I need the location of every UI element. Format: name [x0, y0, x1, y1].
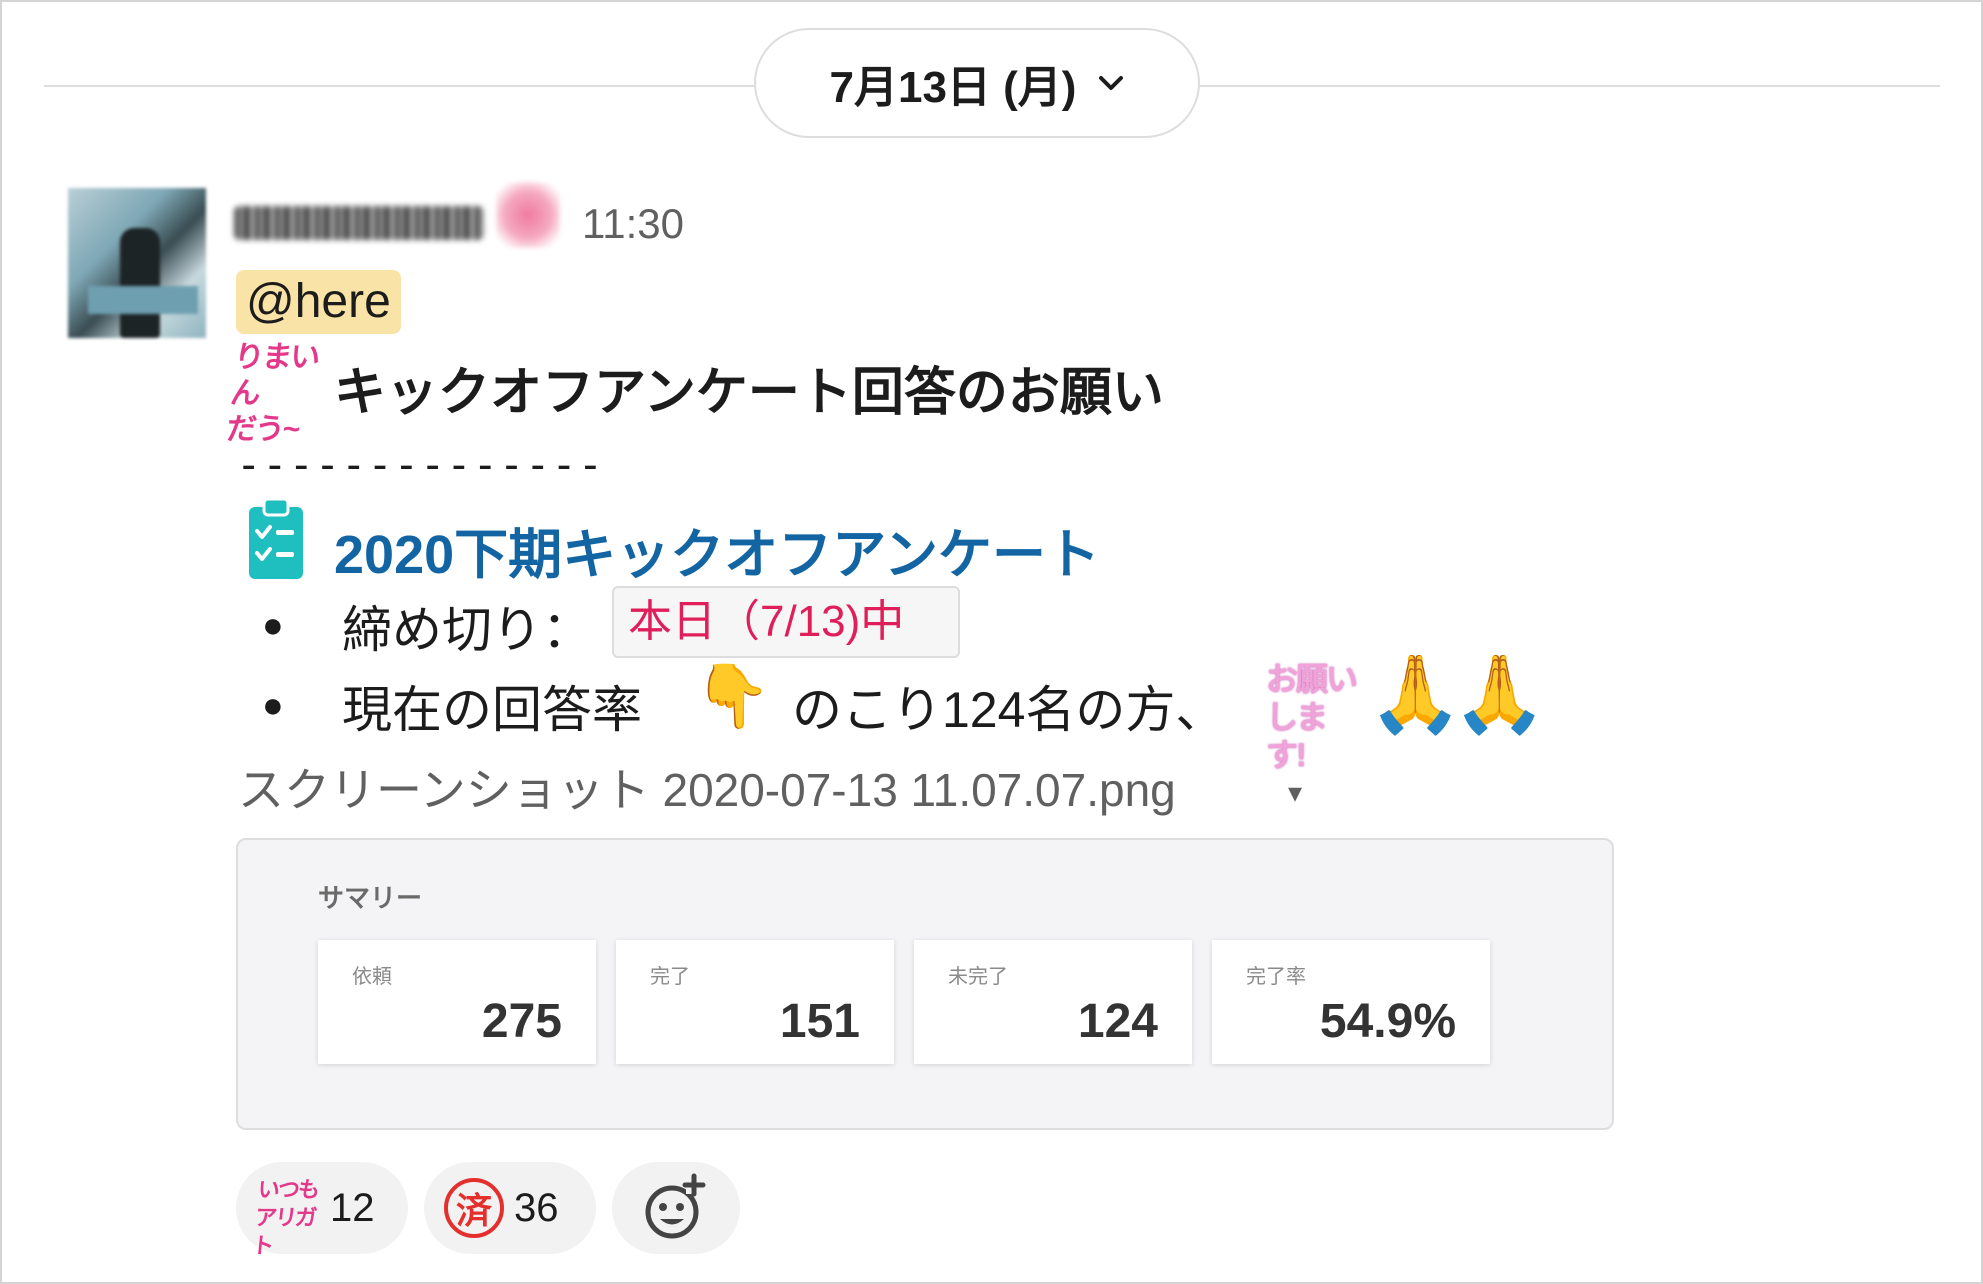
- response-rate-label: 現在の回答率: [342, 682, 642, 738]
- summary-card-requested: 依頼 275: [318, 940, 596, 1064]
- here-mention[interactable]: @here: [236, 270, 401, 334]
- bullet-dot: ●: [262, 604, 284, 645]
- attachment-caret-icon[interactable]: ▾: [1288, 776, 1302, 809]
- deadline-value-code: 本日（7/13)中: [612, 586, 960, 658]
- survey-link[interactable]: 2020下期キックオフアンケート: [334, 510, 1100, 589]
- pray-icon: 🙏: [1368, 652, 1463, 737]
- card-label: 未完了: [948, 966, 1008, 988]
- summary-card-incomplete: 未完了 124: [914, 940, 1192, 1064]
- chevron-down-icon: [1098, 66, 1124, 100]
- add-reaction-button[interactable]: [612, 1162, 740, 1254]
- separator-dashes: --------------: [236, 440, 605, 489]
- sumi-stamp-icon: 済: [444, 1178, 504, 1238]
- reaction-sumi[interactable]: 済 36: [424, 1162, 596, 1254]
- reaction-itsumo-arigato[interactable]: いつも アリガト 12: [236, 1162, 408, 1258]
- card-label: 完了: [650, 966, 690, 988]
- remind-emoji-line-1: りまいん: [228, 341, 320, 410]
- message-headline: キックオフアンケート回答のお願い: [334, 364, 1164, 422]
- add-reaction-icon: [645, 1173, 706, 1239]
- avatar-figure: [120, 228, 160, 338]
- status-emoji-icon: [496, 182, 560, 248]
- card-value: 54.9%: [1319, 995, 1456, 1048]
- date-label: 7月13日 (月): [829, 63, 1077, 112]
- itsumo-line-2: アリガト: [250, 1205, 317, 1258]
- avatar-background-detail: [88, 286, 198, 314]
- clipboard-check-icon: [246, 497, 306, 581]
- please-emoji-icon: お願い します!: [1266, 660, 1358, 773]
- summary-title: サマリー: [318, 883, 423, 913]
- remaining-count-text: のこり124名の方、: [792, 682, 1226, 738]
- please-emoji-line-2: します!: [1266, 699, 1328, 773]
- reaction-count: 36: [514, 1185, 559, 1230]
- card-value: 124: [1077, 995, 1158, 1048]
- card-label: 完了率: [1246, 966, 1306, 988]
- reaction-count: 12: [330, 1185, 375, 1230]
- summary-card-completed: 完了 151: [616, 940, 894, 1064]
- attachment-image-preview[interactable]: サマリー 依頼 275 完了 151 未完了 124 完了率 54.9%: [236, 838, 1614, 1130]
- sender-name-redacted[interactable]: [234, 206, 484, 240]
- pray-icon: 🙏: [1452, 652, 1547, 737]
- itsumo-line-1: いつも: [256, 1177, 320, 1202]
- point-down-icon: 👇: [694, 662, 772, 731]
- summary-card-completion-rate: 完了率 54.9%: [1212, 940, 1490, 1064]
- date-jump-button[interactable]: 7月13日 (月): [754, 28, 1200, 138]
- card-value: 275: [481, 995, 562, 1048]
- itsumo-arigato-icon: いつも アリガト: [251, 1176, 324, 1258]
- card-label: 依頼: [352, 966, 392, 988]
- attachment-file-name[interactable]: スクリーンショット 2020-07-13 11.07.07.png: [238, 754, 1176, 820]
- message-timestamp[interactable]: 11:30: [582, 200, 684, 248]
- deadline-label: 締め切り：: [342, 602, 592, 658]
- card-value: 151: [779, 995, 860, 1048]
- bullet-dot: ●: [262, 684, 284, 725]
- please-emoji-line-1: お願い: [1266, 661, 1358, 697]
- remind-emoji-icon: りまいん だう~: [225, 340, 324, 446]
- avatar[interactable]: [68, 188, 206, 338]
